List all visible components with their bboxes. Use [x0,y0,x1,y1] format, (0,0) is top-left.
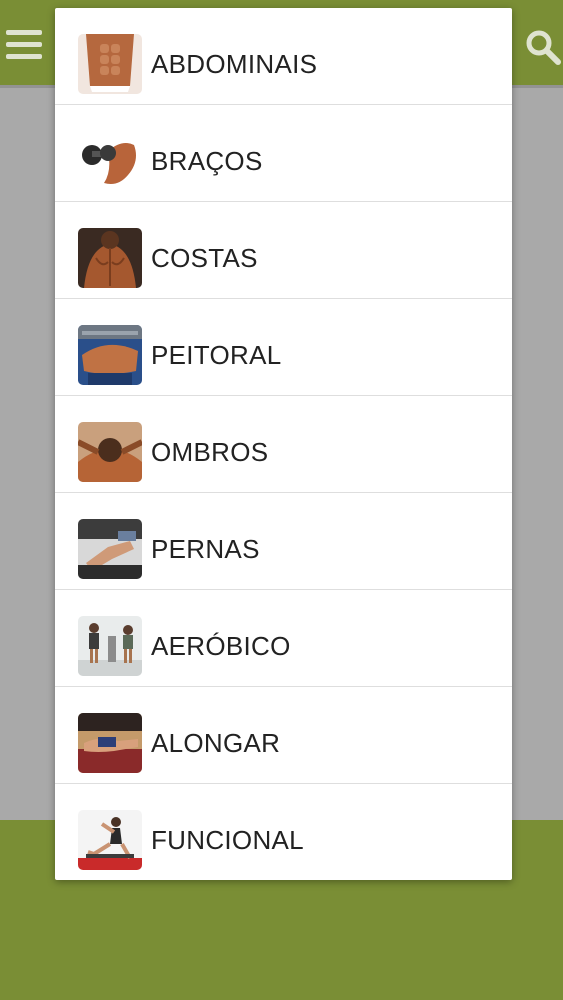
functional-thumbnail [78,810,142,870]
list-item[interactable]: FUNCIONAL [55,784,512,880]
list-item[interactable]: OMBROS [55,396,512,493]
stretch-thumbnail [78,713,142,773]
category-label: FUNCIONAL [151,825,304,855]
list-item[interactable]: PEITORAL [55,299,512,396]
abs-thumbnail [78,34,142,94]
cardio-thumbnail [78,616,142,676]
hamburger-menu-icon[interactable] [6,30,42,60]
category-label: OMBROS [151,437,269,467]
list-item[interactable]: PERNAS [55,493,512,590]
arms-thumbnail [78,131,142,191]
category-label: BRAÇOS [151,146,263,176]
list-item[interactable]: ABDOMINAIS [55,8,512,105]
list-item[interactable]: BRAÇOS [55,105,512,202]
list-item[interactable]: AERÓBICO [55,590,512,687]
chest-thumbnail [78,325,142,385]
shoulders-thumbnail [78,422,142,482]
category-label: ALONGAR [151,728,281,758]
list-item[interactable]: COSTAS [55,202,512,299]
category-label: PEITORAL [151,340,282,370]
list-item[interactable]: ALONGAR [55,687,512,784]
legs-thumbnail [78,519,142,579]
category-label: AERÓBICO [151,631,291,661]
app-screen: ABDOMINAIS BRAÇOS COSTAS PEITORAL OMBROS… [0,0,563,1000]
category-picker-dialog: ABDOMINAIS BRAÇOS COSTAS PEITORAL OMBROS… [55,8,512,880]
category-label: COSTAS [151,243,258,273]
search-icon[interactable] [524,28,562,66]
back-thumbnail [78,228,142,288]
category-label: ABDOMINAIS [151,49,318,79]
category-label: PERNAS [151,534,260,564]
